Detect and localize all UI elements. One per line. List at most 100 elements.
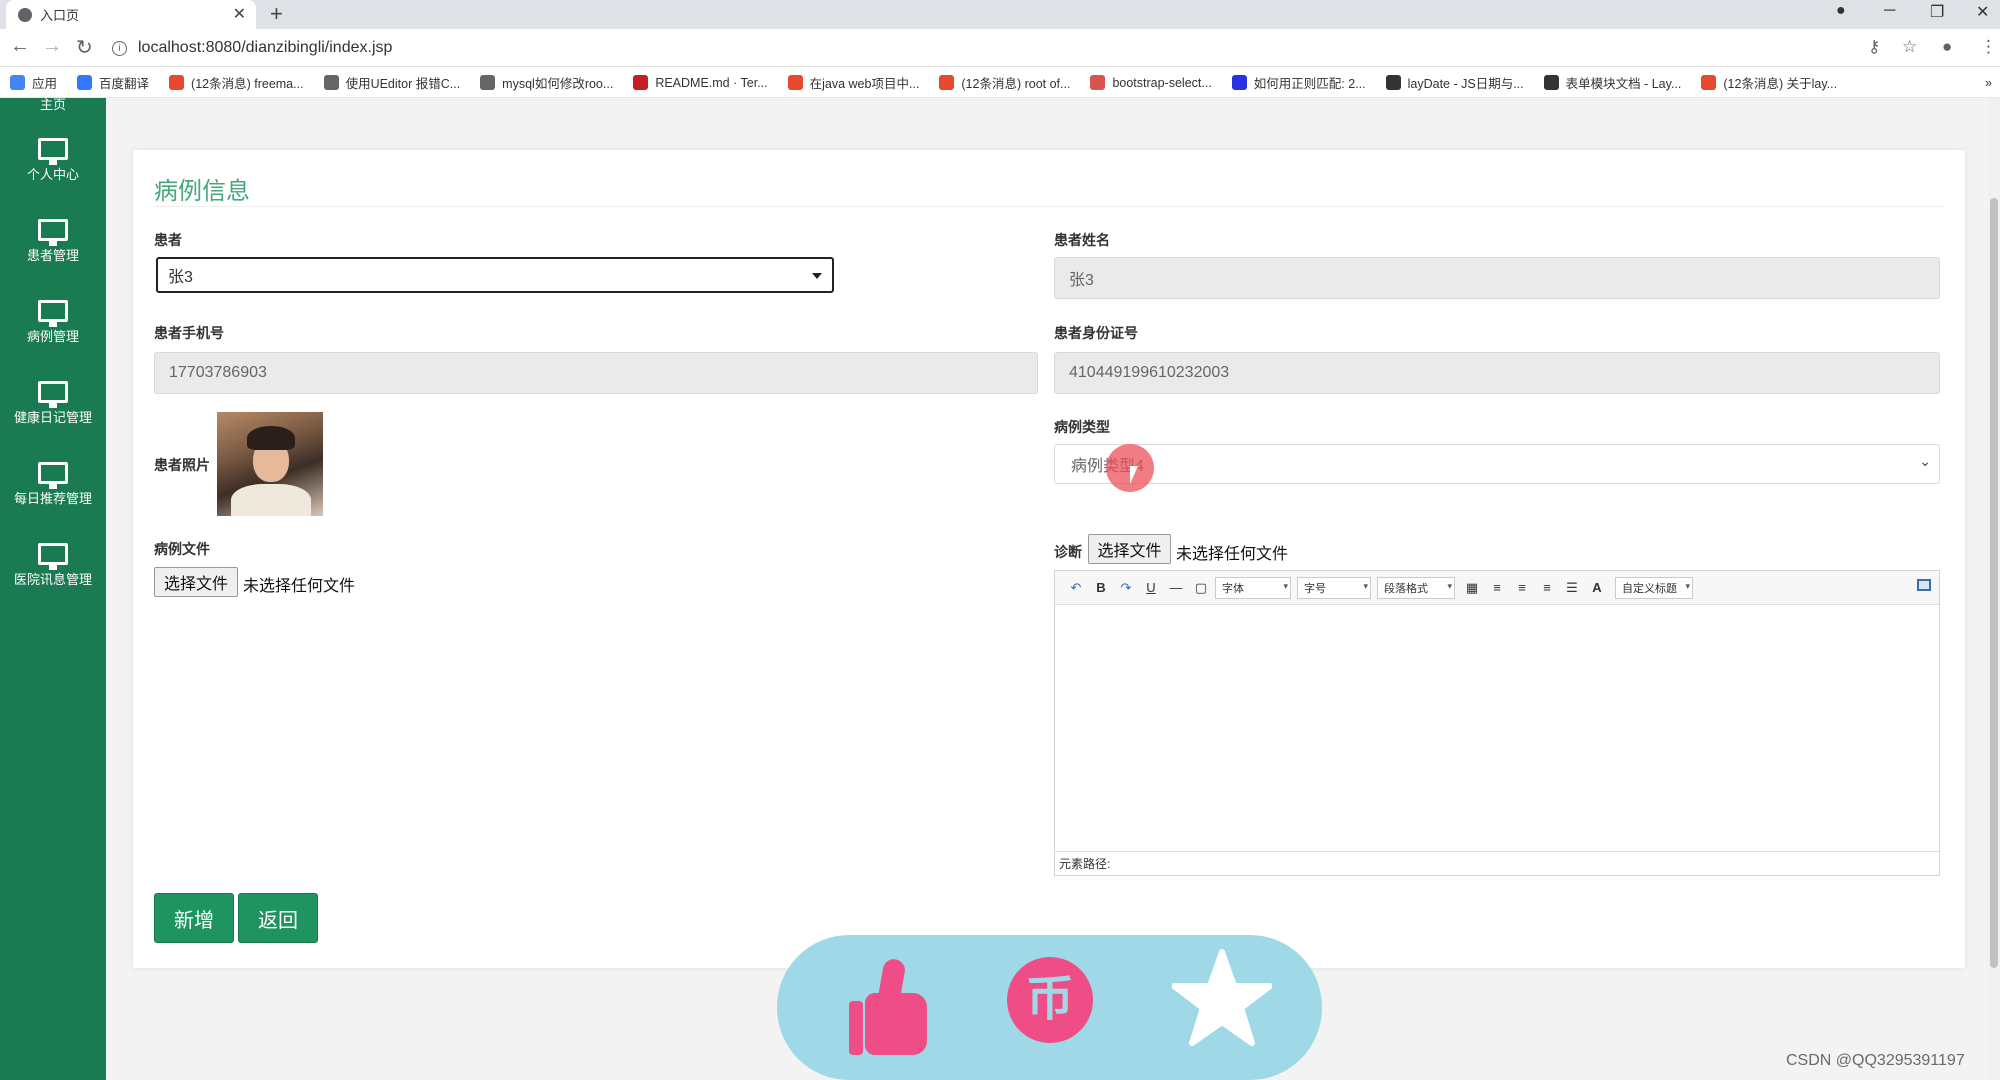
add-button[interactable]: 新增 <box>154 893 234 943</box>
profile-menu-icon[interactable]: ● <box>1836 2 1846 20</box>
csdn-icon <box>939 75 955 90</box>
bookmark-item[interactable]: 在java web项目中... <box>787 73 919 92</box>
font-family-select[interactable]: 字体 <box>1215 576 1291 599</box>
align-right-icon[interactable]: ≡ <box>1511 577 1533 599</box>
bookmark-label: (12条消息) root of... <box>961 77 1071 91</box>
idcard-field[interactable]: 410449199610232003 <box>1054 352 1940 394</box>
csdn-icon <box>169 75 185 90</box>
sidebar-item-label: 病例管理 <box>26 329 79 344</box>
watermark-text: CSDN @QQ3295391197 <box>1786 1052 1965 1069</box>
sidebar-item-label: 患者管理 <box>26 248 79 263</box>
minimize-icon[interactable]: ─ <box>1884 2 1895 20</box>
page-scrollbar[interactable] <box>1988 98 2000 1080</box>
bookmark-label: bootstrap-select... <box>1112 75 1212 90</box>
bookmark-item[interactable]: README.md · Ter... <box>633 75 768 90</box>
csdn-icon <box>1701 75 1717 90</box>
account-icon[interactable]: ● <box>1942 37 1952 57</box>
sidebar-item-patients[interactable]: 患者管理 <box>0 219 106 264</box>
scrollbar-thumb[interactable] <box>1990 198 1998 968</box>
fullscreen-icon[interactable] <box>1917 579 1931 591</box>
bookmark-item[interactable]: 如何用正则匹配: 2... <box>1231 73 1366 92</box>
page-icon[interactable]: ▢ <box>1190 577 1212 599</box>
triple-action-overlay: 币 <box>777 935 1322 1080</box>
bookmark-label: 使用UEditor 报错C... <box>345 77 461 91</box>
restore-icon[interactable]: ❐ <box>1930 2 1944 22</box>
custom-title-select[interactable]: 自定义标题 <box>1615 576 1693 599</box>
star-icon[interactable] <box>1172 943 1272 1053</box>
patient-select-value: 张3 <box>168 269 193 286</box>
bookmark-icon <box>1090 75 1106 90</box>
case-file-choose-button[interactable]: 选择文件 <box>154 567 238 597</box>
back-icon[interactable]: ← <box>10 35 30 58</box>
bookmark-item[interactable]: layDate - JS日期与... <box>1385 73 1524 92</box>
bookmark-item[interactable]: (12条消息) 关于lay... <box>1701 73 1837 92</box>
bookmark-label: README.md · Ter... <box>655 75 768 90</box>
thumbs-up-icon[interactable] <box>847 953 937 1063</box>
forward-icon[interactable]: → <box>42 35 62 58</box>
bookmark-item[interactable]: bootstrap-select... <box>1090 75 1212 90</box>
undo-icon[interactable]: ↶ <box>1065 577 1087 599</box>
editor-body[interactable] <box>1055 605 1939 851</box>
globe-icon <box>18 7 32 22</box>
align-center-icon[interactable]: ≡ <box>1536 577 1558 599</box>
bookmark-item[interactable]: (12条消息) freema... <box>169 73 304 92</box>
window-close-icon[interactable]: ✕ <box>1976 2 1989 22</box>
close-tab-icon[interactable]: ✕ <box>233 4 246 24</box>
more-bookmarks-icon[interactable]: » <box>1985 76 1992 90</box>
underline-icon[interactable]: U <box>1140 577 1162 599</box>
phone-label: 患者手机号 <box>154 325 224 341</box>
font-size-select[interactable]: 字号 <box>1297 576 1371 599</box>
horizontal-rule-icon[interactable]: — <box>1165 577 1187 599</box>
sidebar-item-daily-recommend[interactable]: 每日推荐管理 <box>0 462 106 507</box>
diagnosis-file-status: 未选择任何文件 <box>1176 546 1289 563</box>
diagnosis-label: 诊断 <box>1054 544 1082 560</box>
coin-icon[interactable]: 币 <box>1007 957 1093 1043</box>
menu-kebab-icon[interactable]: ⋮ <box>1980 37 1997 57</box>
patient-name-field[interactable]: 张3 <box>1054 257 1940 299</box>
sidebar-item-hospital-news[interactable]: 医院讯息管理 <box>0 543 106 588</box>
reload-icon[interactable]: ↻ <box>76 35 93 60</box>
redo-icon[interactable]: ↷ <box>1115 577 1137 599</box>
apps-grid-icon <box>10 75 25 90</box>
bookmark-item[interactable]: 应用 <box>10 73 57 92</box>
key-icon[interactable]: ⚷ <box>1868 37 1880 57</box>
browser-tab-active[interactable]: 入口页 ✕ <box>6 0 256 29</box>
patient-select[interactable]: 张3 <box>156 257 834 293</box>
bookmark-item[interactable]: 使用UEditor 报错C... <box>323 73 461 92</box>
case-type-select[interactable]: 病例类型4 ⌄ <box>1054 444 1940 484</box>
paragraph-format-select[interactable]: 段落格式 <box>1377 576 1455 599</box>
phone-field[interactable]: 17703786903 <box>154 352 1038 394</box>
align-left-icon[interactable]: ≡ <box>1486 577 1508 599</box>
diagnosis-editor[interactable]: ↶ B ↷ U — ▢ 字体 字号 段落格式 ▦ ≡ ≡ ≡ ☰ A 自定义标题… <box>1054 570 1940 876</box>
sidebar-item-cases[interactable]: 病例管理 <box>0 300 106 345</box>
bold-icon[interactable]: B <box>1090 577 1112 599</box>
editor-toolbar: ↶ B ↷ U — ▢ 字体 字号 段落格式 ▦ ≡ ≡ ≡ ☰ A 自定义标题 <box>1055 571 1939 605</box>
bookmark-item[interactable]: 百度翻译 <box>77 73 149 92</box>
idcard-value: 410449199610232003 <box>1069 364 1230 381</box>
patient-photo[interactable] <box>217 412 323 516</box>
bookmark-item[interactable]: mysql如何修改roo... <box>480 73 613 92</box>
chevron-down-icon: ⌄ <box>1919 453 1931 469</box>
bookmark-label: layDate - JS日期与... <box>1407 77 1524 91</box>
baidu-icon <box>1231 75 1247 90</box>
table-icon[interactable]: ▦ <box>1461 577 1483 599</box>
sidebar-item-label: 健康日记管理 <box>13 410 92 425</box>
sidebar-item-profile[interactable]: 个人中心 <box>0 138 106 183</box>
align-justify-icon[interactable]: ☰ <box>1561 577 1583 599</box>
element-path-label: 元素路径: <box>1059 857 1111 871</box>
star-bookmark-icon[interactable]: ☆ <box>1902 37 1917 57</box>
info-icon[interactable]: i <box>112 40 127 56</box>
page-title: 病例信息 <box>154 178 250 205</box>
sidebar-item-home[interactable]: 主页 <box>0 98 106 112</box>
bookmark-item[interactable]: (12条消息) root of... <box>939 73 1070 92</box>
bookmark-item[interactable]: 表单模块文档 - Lay... <box>1543 73 1681 92</box>
paragraph-format-label: 段落格式 <box>1384 582 1428 595</box>
sidebar-item-health-diary[interactable]: 健康日记管理 <box>0 381 106 426</box>
font-color-icon[interactable]: A <box>1586 577 1608 599</box>
browser-tab-bar: 入口页 ✕ + ● ─ ❐ ✕ <box>0 0 2000 29</box>
diagnosis-choose-file-button[interactable]: 选择文件 <box>1088 534 1171 564</box>
back-button[interactable]: 返回 <box>238 893 318 943</box>
url-field[interactable]: i localhost:8080/dianzibingli/index.jsp <box>112 34 1852 62</box>
new-tab-button[interactable]: + <box>270 1 283 27</box>
tab-title: 入口页 <box>40 8 80 23</box>
